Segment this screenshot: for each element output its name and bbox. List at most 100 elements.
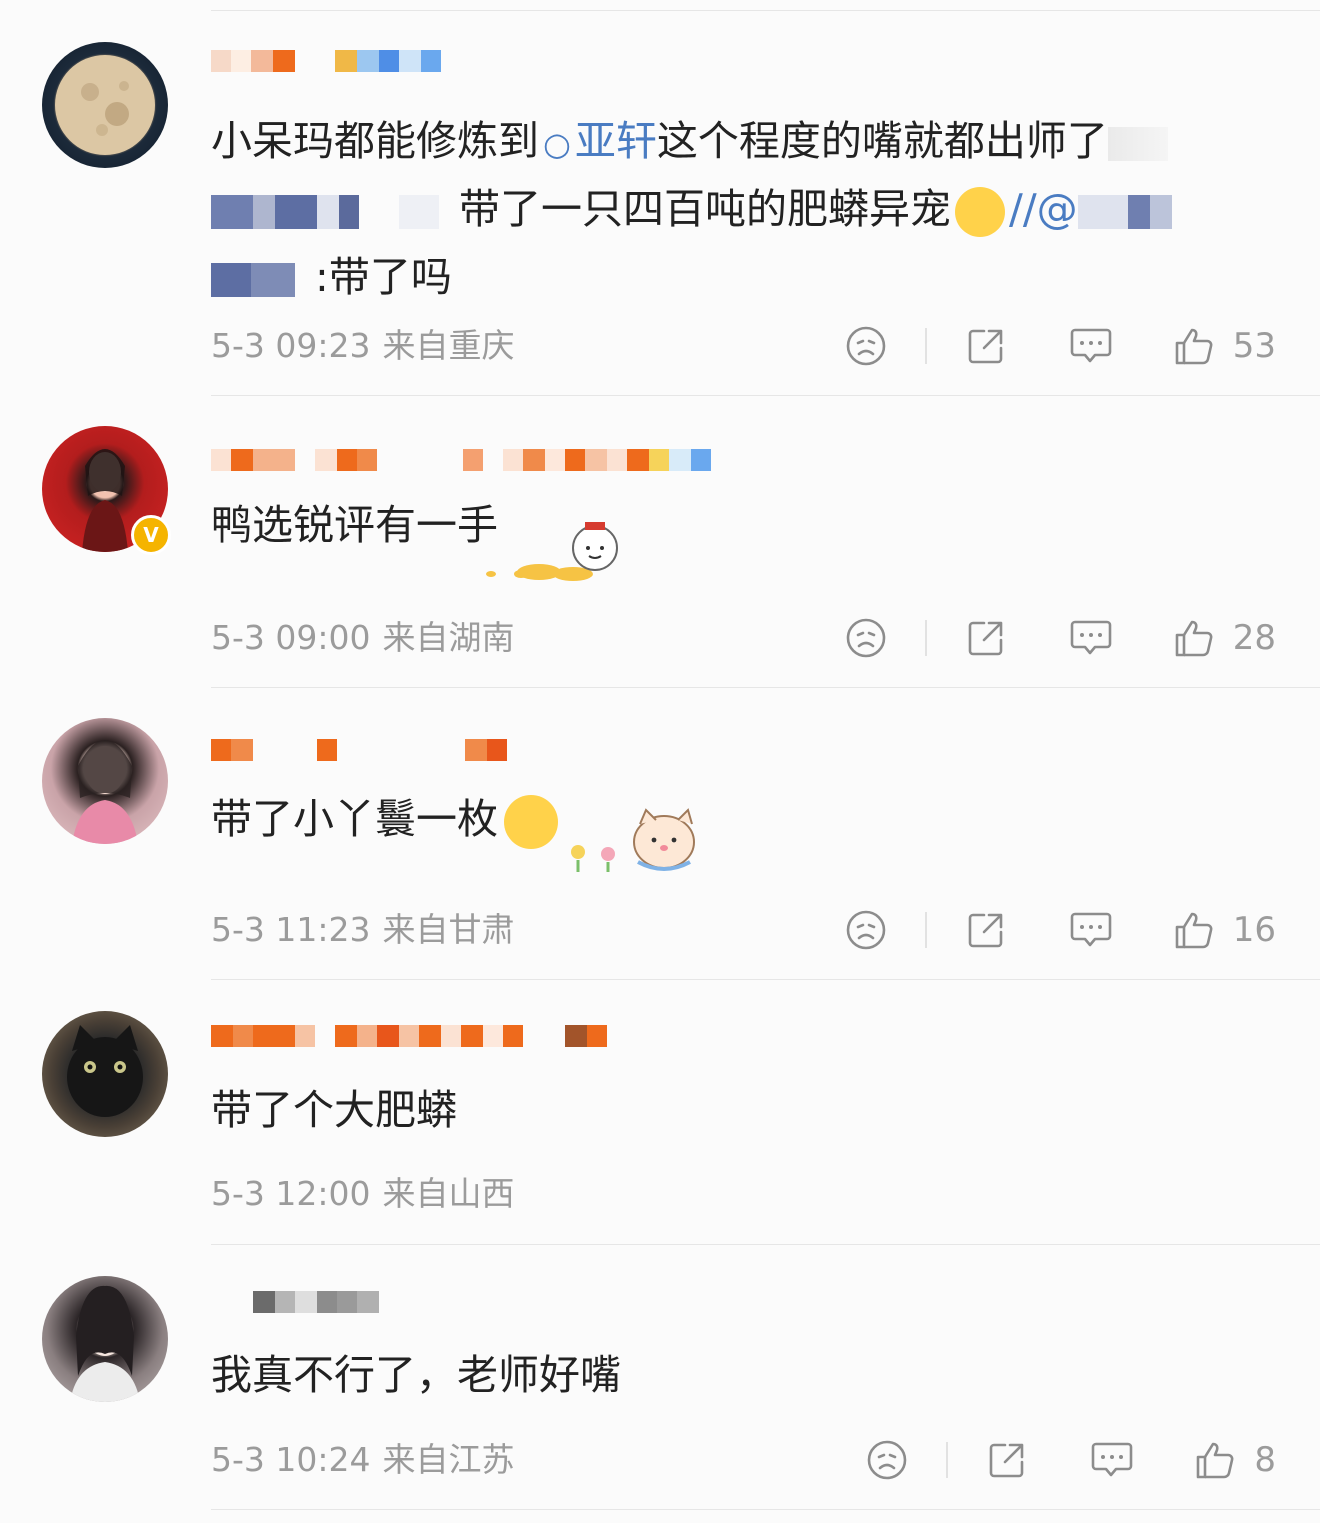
comment-icon <box>1092 1442 1133 1477</box>
thumbs-up-icon <box>1175 620 1213 657</box>
share-icon <box>990 1443 1024 1478</box>
username-mosaic[interactable] <box>211 44 441 78</box>
username-mosaic[interactable] <box>211 1019 607 1053</box>
like-count: 53 <box>1232 326 1276 366</box>
comment-text-part: :带了吗 <box>315 253 452 301</box>
share-button[interactable] <box>965 617 1007 659</box>
like-count: 28 <box>1232 618 1276 658</box>
topic-link[interactable]: 亚轩 <box>575 117 657 165</box>
cartoon-sticker <box>486 522 618 581</box>
location: 来自湖南 <box>382 618 515 657</box>
share-icon <box>968 913 1003 948</box>
reply-button[interactable] <box>1069 325 1113 367</box>
timestamp: 5-3 10:24 <box>211 1440 371 1479</box>
username-mosaic[interactable] <box>211 1285 379 1319</box>
comment-actions: 28 <box>845 616 1276 660</box>
comment-meta: 5-3 09:23 来自重庆 <box>211 324 515 368</box>
divider <box>924 620 927 656</box>
blush-emoji <box>955 187 1005 237</box>
text-mosaic <box>1149 195 1172 229</box>
comment-actions: 53 <box>845 324 1276 368</box>
location: 来自重庆 <box>382 326 515 365</box>
comment-icon <box>1070 912 1112 947</box>
share-button[interactable] <box>986 1439 1028 1481</box>
comment-text-part: 带了个大肥蟒 <box>211 1086 457 1134</box>
sad-face-icon <box>846 910 886 950</box>
reply-button[interactable] <box>1069 909 1113 951</box>
comment-text: :带了吗 <box>211 244 1270 310</box>
search-icon: ○ <box>543 125 571 163</box>
dislike-button[interactable] <box>845 325 887 367</box>
comment-text: 小呆玛都能修炼到 ○亚轩这个程度的嘴就都出师了 <box>211 108 1270 177</box>
text-mosaic <box>275 195 317 229</box>
comment-meta: 5-3 10:24 来自江苏 <box>211 1438 515 1482</box>
share-button[interactable] <box>965 909 1007 951</box>
avatar[interactable] <box>42 1011 168 1137</box>
username-mosaic[interactable] <box>211 443 711 477</box>
timestamp: 5-3 11:23 <box>211 910 371 949</box>
like-button[interactable]: 8 <box>1194 1439 1276 1481</box>
timestamp: 5-3 12:00 <box>211 1174 371 1213</box>
location: 来自甘肃 <box>382 910 515 949</box>
dislike-button[interactable] <box>866 1439 908 1481</box>
sad-face-icon <box>868 1440 907 1480</box>
divider <box>211 979 1320 980</box>
reply-button[interactable] <box>1090 1439 1134 1481</box>
like-button[interactable]: 53 <box>1173 325 1276 367</box>
text-mosaic <box>339 195 359 229</box>
comment-icon <box>1070 620 1112 655</box>
comment-text-part: 小呆玛都能修炼到 <box>211 117 539 165</box>
person-image <box>70 1285 140 1402</box>
sad-face-icon <box>846 326 886 366</box>
sad-face-icon <box>846 618 886 658</box>
share-icon <box>968 329 1003 364</box>
timestamp: 5-3 09:23 <box>211 326 371 365</box>
reply-button[interactable] <box>1069 617 1113 659</box>
comment-footer: 5-3 12:00 来自山西 <box>211 1172 1276 1216</box>
mention-link[interactable]: //@ <box>1009 185 1078 233</box>
avatar[interactable] <box>42 42 168 168</box>
username-mosaic[interactable] <box>211 733 507 767</box>
comment-text: 我真不行了，老师好嘴 <box>211 1342 1270 1408</box>
text-mosaic <box>295 263 315 297</box>
divider <box>924 912 927 948</box>
divider <box>211 1509 1320 1510</box>
thumbs-up-icon <box>1175 328 1213 365</box>
like-button[interactable]: 28 <box>1173 617 1276 659</box>
text-mosaic <box>399 195 439 229</box>
comment-meta: 5-3 11:23 来自甘肃 <box>211 908 515 952</box>
comment-footer: 5-3 10:24 来自江苏 8 <box>211 1438 1276 1482</box>
text-mosaic <box>1107 127 1168 161</box>
laughing-emoji <box>504 795 558 849</box>
like-button[interactable]: 16 <box>1173 909 1276 951</box>
avatar[interactable] <box>42 718 168 844</box>
comment-footer: 5-3 09:23 来自重庆 53 <box>211 324 1276 368</box>
comment-text-part: 我真不行了，老师好嘴 <box>211 1351 621 1399</box>
avatar[interactable] <box>42 1276 168 1402</box>
comment-meta: 5-3 09:00 来自湖南 <box>211 616 515 660</box>
text-mosaic <box>359 195 399 229</box>
divider <box>211 1244 1320 1245</box>
comment-footer: 5-3 11:23 来自甘肃 16 <box>211 908 1276 952</box>
share-button[interactable] <box>965 325 1007 367</box>
thumbs-up-icon <box>1175 912 1213 949</box>
comment-icon <box>1070 328 1112 363</box>
black-cat-image <box>67 1025 143 1117</box>
comment-text: 带了个大肥蟒 <box>211 1077 1270 1143</box>
like-count: 16 <box>1232 910 1276 950</box>
person-image <box>72 740 138 844</box>
comment-meta: 5-3 12:00 来自山西 <box>211 1172 515 1216</box>
cat-sticker <box>566 800 700 876</box>
comment-actions: 8 <box>866 1438 1276 1482</box>
text-mosaic <box>211 195 253 229</box>
cartoon-cat-sticker <box>571 808 695 872</box>
comment-text: 带了一只四百吨的肥蟒异宠 //@ <box>211 176 1270 242</box>
fortune-sticker <box>483 520 635 582</box>
dislike-button[interactable] <box>845 617 887 659</box>
divider <box>211 10 1320 11</box>
text-mosaic <box>1077 195 1128 229</box>
dislike-button[interactable] <box>845 909 887 951</box>
comment-text-part: 带了一只四百吨的肥蟒异宠 <box>459 185 951 233</box>
comment-text: 带了小丫鬟一枚 <box>211 786 1270 852</box>
divider <box>211 687 1320 688</box>
